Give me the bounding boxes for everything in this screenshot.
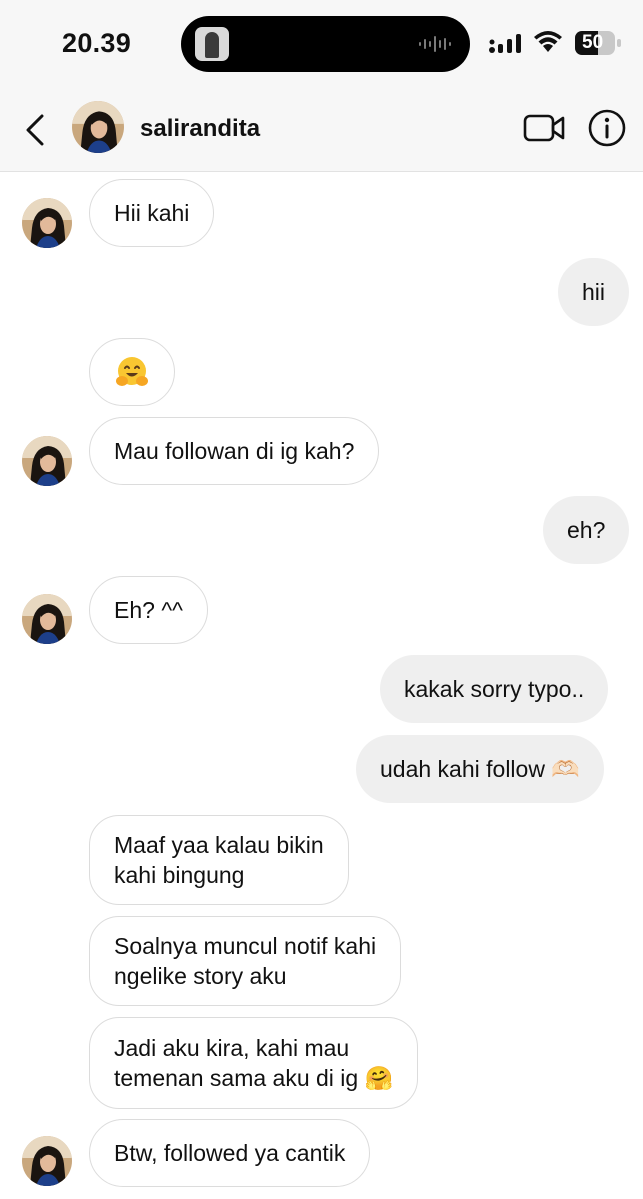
message-text: eh? — [567, 517, 606, 543]
message-bubble-outgoing[interactable]: udah kahi follow 🫶🏻 — [356, 735, 604, 803]
message-text: hii — [582, 279, 606, 305]
message-line: temenan sama aku di ig 🤗 — [114, 1065, 394, 1091]
chat-header: salirandita — [0, 88, 643, 172]
message-bubble-incoming[interactable] — [89, 338, 175, 406]
hugging-face-emoji — [115, 355, 149, 389]
sender-avatar[interactable] — [22, 436, 72, 486]
message-bubble-incoming[interactable]: Maaf yaa kalau bikin kahi bingung — [89, 815, 349, 905]
message-text: Btw, followed ya cantik — [114, 1140, 346, 1166]
status-bar: 20.39 50 — [0, 0, 643, 88]
battery-icon: 50 — [574, 30, 622, 56]
back-icon[interactable] — [18, 110, 54, 150]
message-text: Hii kahi — [114, 200, 190, 226]
message-line: Maaf yaa kalau bikin — [114, 832, 324, 858]
message-line: Jadi aku kira, kahi mau — [114, 1035, 350, 1061]
message-bubble-outgoing[interactable]: eh? — [543, 496, 630, 564]
info-icon[interactable] — [587, 108, 627, 148]
message-bubble-incoming[interactable]: Jadi aku kira, kahi mau temenan sama aku… — [89, 1017, 419, 1109]
audio-wave-icon — [419, 36, 451, 52]
message-bubble-incoming[interactable]: Btw, followed ya cantik — [89, 1119, 371, 1187]
message-text: kakak sorry typo.. — [404, 676, 585, 702]
message-text: Mau followan di ig kah? — [114, 438, 355, 464]
chat-username[interactable]: salirandita — [140, 115, 260, 143]
message-text: udah kahi follow 🫶🏻 — [380, 756, 580, 782]
status-time: 20.39 — [62, 28, 132, 58]
message-line: Soalnya muncul notif kahi — [114, 933, 377, 959]
video-call-icon[interactable] — [523, 112, 565, 144]
header-avatar[interactable] — [72, 101, 124, 153]
message-line: ngelike story aku — [114, 963, 287, 989]
battery-level: 50 — [582, 32, 604, 53]
dynamic-island — [181, 16, 470, 72]
sender-avatar[interactable] — [22, 1136, 72, 1186]
message-bubble-incoming[interactable]: Soalnya muncul notif kahi ngelike story … — [89, 916, 402, 1006]
message-bubble-incoming[interactable]: Eh? ^^ — [89, 576, 208, 644]
message-bubble-outgoing[interactable]: hii — [558, 258, 630, 326]
wifi-icon — [534, 31, 562, 52]
sender-avatar[interactable] — [22, 594, 72, 644]
signal-icon — [489, 34, 521, 53]
sender-avatar[interactable] — [22, 198, 72, 248]
message-bubble-outgoing[interactable]: kakak sorry typo.. — [380, 655, 609, 723]
message-bubble-incoming[interactable]: Hii kahi — [89, 179, 215, 247]
now-playing-thumbnail — [195, 27, 229, 61]
message-line: kahi bingung — [114, 862, 245, 888]
message-bubble-incoming[interactable]: Mau followan di ig kah? — [89, 417, 380, 485]
message-text: Eh? ^^ — [114, 597, 183, 623]
